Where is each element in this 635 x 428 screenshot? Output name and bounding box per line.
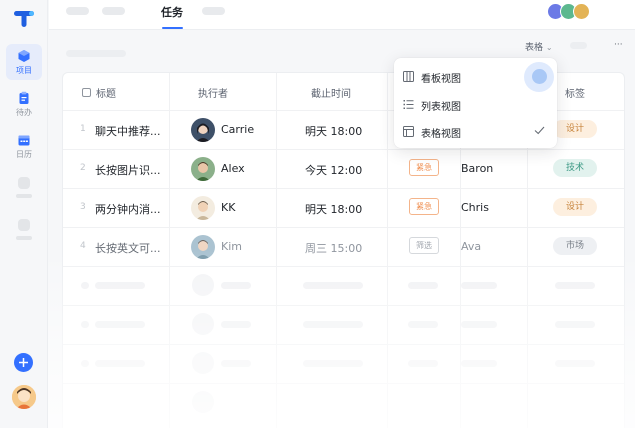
owner-name[interactable]: Ava	[461, 240, 481, 253]
due-time[interactable]: 明天 18:00	[305, 201, 362, 217]
assignee-photo	[191, 157, 215, 181]
tag-badge[interactable]: 设计	[553, 198, 597, 216]
sidebar-placeholder-icon	[18, 219, 30, 231]
sidebar-item-label: 待办	[16, 108, 32, 117]
sidebar-item-projects[interactable]: 项目	[6, 44, 42, 80]
member-avatar[interactable]	[573, 3, 590, 20]
tab-active-indicator	[162, 27, 183, 29]
column-divider	[169, 73, 170, 428]
kanban-icon	[403, 71, 414, 82]
owner-name[interactable]: Chris	[461, 201, 489, 214]
assignee-name: Carrie	[221, 123, 255, 136]
toolbar-placeholder	[66, 50, 126, 57]
assignee-photo	[191, 235, 215, 259]
assignee-name: KK	[221, 201, 236, 214]
user-avatar[interactable]	[12, 385, 36, 409]
checkbox-icon[interactable]	[82, 88, 91, 97]
column-header-title[interactable]: 标题	[96, 85, 116, 100]
row-divider	[63, 227, 624, 228]
row-divider	[63, 188, 624, 189]
sidebar-item-todo[interactable]: 待办	[6, 86, 42, 122]
task-title[interactable]: 长按图片识...	[95, 162, 161, 178]
column-header-due[interactable]: 截止时间	[311, 85, 351, 100]
row-divider	[63, 305, 624, 306]
row-divider	[63, 383, 624, 384]
row-number: 3	[80, 202, 86, 212]
touch-indicator-core	[532, 69, 547, 84]
assignee-name: Alex	[221, 162, 245, 175]
plus-icon	[19, 358, 28, 367]
app-logo-icon[interactable]	[13, 9, 35, 29]
owner-name[interactable]: Baron	[461, 162, 493, 175]
row-number: 4	[80, 241, 86, 251]
tab-placeholder[interactable]	[102, 7, 125, 15]
sidebar-item-label: 日历	[16, 150, 32, 159]
cube-icon	[18, 50, 30, 62]
row-divider	[63, 149, 624, 150]
sidebar-placeholder-label	[16, 194, 32, 198]
view-option-table[interactable]: 表格视图	[394, 118, 557, 144]
sidebar: 项目 待办 日历	[0, 0, 48, 428]
sidebar-item-label: 项目	[16, 66, 32, 75]
tab-tasks[interactable]: 任务	[161, 4, 183, 20]
task-title[interactable]: 长按英文可...	[95, 240, 161, 256]
tab-placeholder[interactable]	[202, 7, 225, 15]
assignee-photo	[191, 196, 215, 220]
row-number: 1	[80, 124, 86, 134]
toolbar-placeholder[interactable]	[570, 42, 587, 49]
tag-badge[interactable]: 市场	[553, 237, 597, 255]
user-avatar-image	[12, 385, 36, 409]
assignee-name: Kim	[221, 240, 242, 253]
chevron-down-icon: ⌄	[545, 43, 553, 52]
sidebar-item-calendar[interactable]: 日历	[6, 128, 42, 164]
task-title[interactable]: 聊天中推荐...	[95, 123, 161, 139]
row-divider	[63, 344, 624, 345]
list-icon	[403, 100, 414, 109]
priority-badge[interactable]: 筛选	[409, 237, 439, 254]
priority-badge[interactable]: 紧急	[409, 159, 439, 176]
view-option-label: 看板视图	[421, 74, 461, 85]
due-time[interactable]: 明天 18:00	[305, 123, 362, 139]
tag-badge[interactable]: 设计	[553, 120, 597, 138]
add-button[interactable]	[14, 353, 33, 372]
due-time[interactable]: 今天 12:00	[305, 162, 362, 178]
assignee-avatar	[191, 196, 215, 220]
column-header-tag[interactable]: 标签	[565, 85, 585, 100]
column-divider	[387, 73, 388, 428]
checkmark-icon	[534, 126, 545, 135]
assignee-avatar	[191, 235, 215, 259]
column-divider	[276, 73, 277, 428]
task-title[interactable]: 两分钟内消...	[95, 201, 161, 217]
due-time[interactable]: 周三 15:00	[305, 240, 362, 256]
tab-placeholder[interactable]	[66, 7, 89, 15]
priority-badge[interactable]: 紧急	[409, 198, 439, 215]
row-divider	[63, 266, 624, 267]
view-option-label: 表格视图	[421, 129, 461, 140]
assignee-avatar	[191, 118, 215, 142]
assignee-photo	[191, 118, 215, 142]
more-icon[interactable]: ···	[614, 40, 623, 50]
view-option-label: 列表视图	[421, 102, 461, 113]
app-window: 项目 待办 日历 任务 表格 ⌄ ··· 标题 执行者 截止时间 标签 1 聊天…	[0, 0, 635, 428]
clipboard-icon	[19, 91, 29, 104]
top-bar: 任务	[49, 0, 635, 30]
view-switch-button[interactable]: 表格 ⌄	[525, 40, 553, 53]
column-header-assignee[interactable]: 执行者	[198, 85, 228, 100]
tag-badge[interactable]: 技术	[553, 159, 597, 177]
row-number: 2	[80, 163, 86, 173]
sidebar-placeholder-label	[16, 236, 32, 240]
view-option-list[interactable]: 列表视图	[394, 91, 557, 117]
view-switch-label: 表格	[525, 43, 544, 53]
calendar-icon	[18, 135, 30, 146]
table-icon	[403, 126, 414, 137]
sidebar-placeholder-icon	[18, 177, 30, 189]
assignee-avatar	[191, 157, 215, 181]
